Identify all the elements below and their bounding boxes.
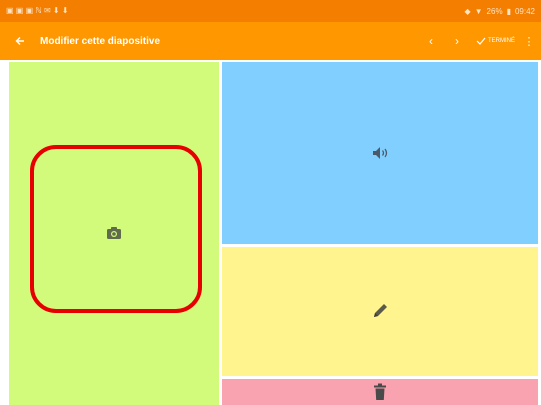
page-title: Modifier cette diapositive	[40, 35, 161, 47]
more-vertical-icon: ⋮	[523, 35, 535, 48]
status-bar: ▣ ▣ ▣ ℕ ✉ ⬇ ⬇ ◆ ▼ 26% ▮ 09:42	[0, 0, 541, 22]
done-label: TERMINÉ	[488, 38, 515, 44]
arrow-left-icon	[15, 37, 24, 45]
clock: 09:42	[514, 6, 535, 16]
text-panel[interactable]	[222, 247, 538, 376]
highlight-annotation	[30, 145, 202, 313]
status-notifications: ▣ ▣ ▣ ℕ ✉ ⬇ ⬇	[6, 7, 69, 15]
speaker-icon	[372, 146, 390, 160]
battery-level: 26%	[486, 6, 503, 16]
back-button[interactable]	[0, 22, 40, 60]
overflow-menu-button[interactable]: ⋮	[521, 22, 537, 60]
battery-icon: ▮	[506, 6, 511, 16]
next-button[interactable]: ›	[444, 22, 470, 60]
chevron-right-icon: ›	[455, 34, 459, 48]
previous-button[interactable]: ‹	[418, 22, 444, 60]
status-system: ◆ ▼ 26% ▮ 09:42	[464, 7, 535, 16]
audio-panel[interactable]	[222, 62, 538, 244]
notification-icons: ▣ ▣ ▣ ℕ ✉ ⬇ ⬇	[6, 6, 69, 15]
check-icon	[476, 37, 486, 45]
chevron-left-icon: ‹	[429, 34, 433, 48]
location-icon: ◆	[464, 6, 471, 16]
trash-icon	[373, 383, 387, 401]
delete-panel[interactable]	[222, 379, 538, 405]
app-toolbar: Modifier cette diapositive ‹ › TERMINÉ ⋮	[0, 22, 541, 60]
pencil-icon	[371, 302, 389, 320]
wifi-icon: ▼	[474, 6, 483, 16]
done-button[interactable]: TERMINÉ	[470, 22, 521, 60]
